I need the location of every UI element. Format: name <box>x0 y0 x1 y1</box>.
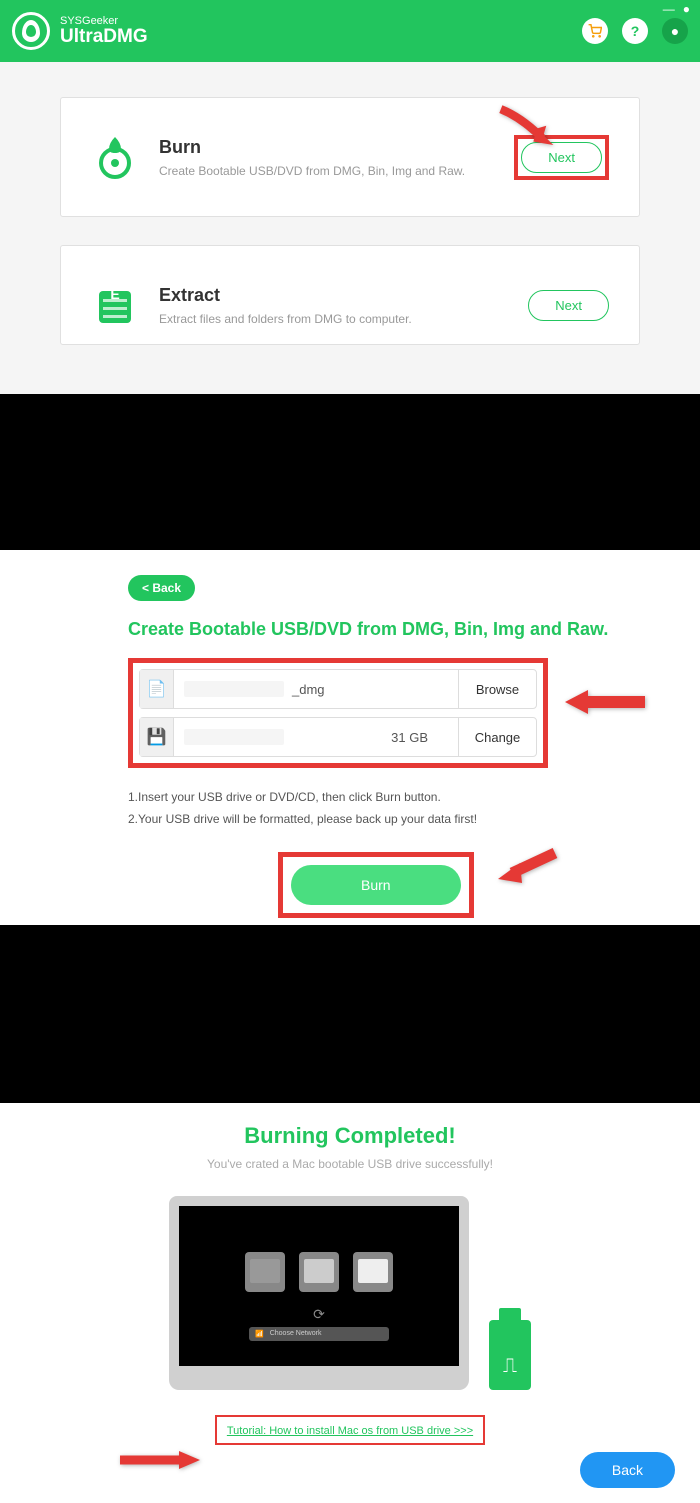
completion-title: Burning Completed! <box>0 1123 700 1149</box>
annotation-highlight: Tutorial: How to install Mac os from USB… <box>215 1415 485 1445</box>
cart-icon[interactable] <box>582 18 608 44</box>
extract-icon: E <box>91 281 139 329</box>
extract-card-desc: Extract files and folders from DMG to co… <box>159 312 508 326</box>
extract-card: E Extract Extract files and folders from… <box>60 245 640 345</box>
burn-icon <box>91 133 139 181</box>
instructions: 1.Insert your USB drive or DVD/CD, then … <box>128 790 700 826</box>
window-controls: — ● <box>663 2 690 16</box>
burn-setup-screen: < Back Create Bootable USB/DVD from DMG,… <box>0 550 700 925</box>
boot-option-icon <box>353 1252 393 1292</box>
back-button[interactable]: Back <box>580 1452 675 1488</box>
help-icon[interactable]: ? <box>622 18 648 44</box>
annotation-highlight: Burn <box>278 852 474 918</box>
back-button[interactable]: < Back <box>128 575 195 601</box>
annotation-arrow-icon <box>115 1448 205 1473</box>
divider <box>0 394 700 550</box>
browse-button[interactable]: Browse <box>458 670 536 708</box>
logo-icon <box>12 12 50 50</box>
instruction-2: 2.Your USB drive will be formatted, plea… <box>128 812 700 826</box>
target-drive-value: 31 GB <box>174 729 458 745</box>
boot-option-icon <box>299 1252 339 1292</box>
source-file-row: 📄 _dmg Browse <box>139 669 537 709</box>
divider <box>0 925 700 1103</box>
completion-subtitle: You've crated a Mac bootable USB drive s… <box>0 1157 700 1171</box>
extract-card-title: Extract <box>159 285 508 306</box>
brand-title: UltraDMG <box>60 27 148 48</box>
change-button[interactable]: Change <box>458 718 536 756</box>
burn-button[interactable]: Burn <box>291 865 461 905</box>
file-icon: 📄 <box>140 670 174 708</box>
annotation-highlight: 📄 _dmg Browse 💾 31 GB Change <box>128 658 548 768</box>
source-file-value: _dmg <box>174 681 458 697</box>
svg-text:E: E <box>110 286 119 302</box>
tutorial-link[interactable]: Tutorial: How to install Mac os from USB… <box>227 1425 473 1437</box>
annotation-arrow-icon <box>495 105 565 155</box>
profile-icon[interactable]: ● <box>662 18 688 44</box>
burn-card-title: Burn <box>159 137 494 158</box>
extract-next-button[interactable]: Next <box>528 290 609 321</box>
close-icon[interactable]: ● <box>683 2 690 16</box>
network-selector: 📶 Choose Network <box>249 1327 389 1341</box>
illustration: ⟳ 📶 Choose Network ⎍ <box>0 1196 700 1390</box>
main-menu-screen: — ● SYSGeeker UltraDMG ? ● Burn Create <box>0 0 700 394</box>
annotation-arrow-icon <box>490 845 560 885</box>
laptop-illustration: ⟳ 📶 Choose Network <box>169 1196 469 1390</box>
app-header: — ● SYSGeeker UltraDMG ? ● <box>0 0 700 62</box>
burn-card-desc: Create Bootable USB/DVD from DMG, Bin, I… <box>159 164 494 178</box>
target-drive-row: 💾 31 GB Change <box>139 717 537 757</box>
boot-option-icon <box>245 1252 285 1292</box>
refresh-icon: ⟳ <box>313 1306 325 1323</box>
brand-area: SYSGeeker UltraDMG <box>12 12 148 50</box>
brand-subtitle: SYSGeeker <box>60 15 148 27</box>
completion-screen: Burning Completed! You've crated a Mac b… <box>0 1103 700 1503</box>
annotation-arrow-icon <box>560 685 650 720</box>
minimize-icon[interactable]: — <box>663 2 675 16</box>
usb-icon: ⎍ <box>489 1320 531 1390</box>
instruction-1: 1.Insert your USB drive or DVD/CD, then … <box>128 790 700 804</box>
burn-heading: Create Bootable USB/DVD from DMG, Bin, I… <box>128 619 700 640</box>
drive-icon: 💾 <box>140 718 174 756</box>
